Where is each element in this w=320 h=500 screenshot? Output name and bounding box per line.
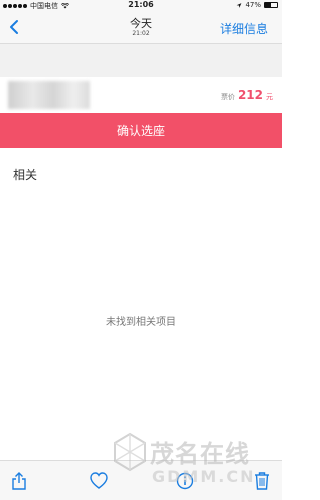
bottom-toolbar [0, 460, 282, 500]
status-right: 47% [236, 1, 278, 9]
price: 票价 212 元 [221, 88, 273, 102]
details-button[interactable]: 详细信息 [220, 20, 268, 37]
empty-state-message: 未找到相关项目 [106, 317, 176, 328]
info-icon[interactable] [176, 471, 194, 491]
related-section-title: 相关 [13, 168, 38, 182]
ticket-info-row: 票价 212 元 [0, 77, 282, 113]
price-value: 212 [237, 88, 263, 102]
location-arrow-icon [237, 2, 242, 8]
price-label: 票价 [220, 93, 235, 101]
battery-fill [265, 3, 271, 7]
trash-icon[interactable] [253, 471, 271, 491]
status-bar: 中国电信 21:06 47% [0, 0, 282, 11]
price-unit: 元 [266, 93, 273, 101]
battery-icon [264, 2, 278, 8]
blurred-thumbnail [8, 81, 90, 109]
nav-bar: 今天 21:02 详细信息 [0, 11, 282, 44]
share-icon[interactable] [10, 471, 28, 491]
content-top-band [0, 44, 282, 77]
battery-percent: 47% [245, 1, 261, 9]
heart-icon[interactable] [90, 471, 108, 491]
confirm-seat-button[interactable]: 确认选座 [0, 113, 282, 148]
